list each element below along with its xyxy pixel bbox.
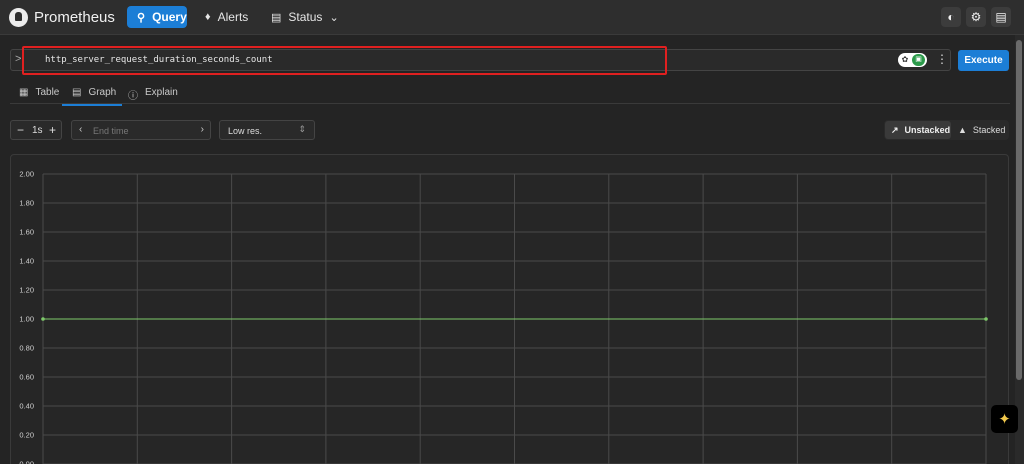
tab-graph[interactable]: ▤ Graph <box>61 87 123 106</box>
data-point <box>984 317 988 321</box>
gear-icon[interactable]: ⚙ <box>966 7 986 27</box>
line-chart[interactable]: 0.00 0.20 0.40 0.60 0.80 1.00 1.20 1.40 1.60 1.80… <box>11 155 1010 464</box>
stacked-button[interactable]: ▲ Stacked <box>952 121 1008 139</box>
resolution-value: Low res. <box>228 126 263 136</box>
resolution-select[interactable]: Low res. ⇕ <box>219 120 315 140</box>
nav-query-button[interactable]: ⚲ Query <box>127 6 187 28</box>
select-chevron-icon: ⇕ <box>298 124 306 134</box>
data-point <box>41 317 45 321</box>
graph-icon: ▤ <box>72 87 82 98</box>
tab-graph-label: Graph <box>88 87 117 98</box>
range-input: − 1s + <box>10 120 62 140</box>
increase-range-button[interactable]: + <box>49 123 56 137</box>
scrollbar-thumb[interactable] <box>1016 40 1022 380</box>
y-tick-label: 0.80 <box>19 344 34 353</box>
y-tick-label: 0.20 <box>19 431 34 440</box>
nav-status-label: Status <box>288 10 323 24</box>
execute-button[interactable]: Execute <box>958 50 1009 71</box>
y-tick-label: 1.20 <box>19 286 34 295</box>
chevron-down-icon: ⌄ <box>329 11 339 24</box>
unstacked-label: Unstacked <box>904 125 951 135</box>
theme-toggle-icon[interactable]: ◐ <box>941 7 961 27</box>
y-tick-label: 0.40 <box>19 402 34 411</box>
book-icon[interactable]: ▤ <box>991 7 1011 27</box>
decrease-range-button[interactable]: − <box>17 123 24 137</box>
line-chart-icon: ↗ <box>891 124 899 135</box>
y-tick-label: 0.60 <box>19 373 34 382</box>
stack-mode-toggle: ↗ Unstacked ▲ Stacked <box>884 120 1009 140</box>
chevron-right-icon[interactable]: › <box>201 124 204 135</box>
tab-explain-label: Explain <box>145 87 178 98</box>
y-tick-label: 1.60 <box>19 228 34 237</box>
nav-alerts-button[interactable]: ♦ Alerts <box>195 6 258 28</box>
search-icon: ⚲ <box>137 11 146 24</box>
end-time-picker: ‹ End time › <box>71 120 211 140</box>
extension-pill[interactable]: ✿ ▣ <box>898 53 927 67</box>
unstacked-button[interactable]: ↗ Unstacked <box>885 121 951 139</box>
y-tick-label: 1.00 <box>19 315 34 324</box>
view-tabs: ▦ Table ▤ Graph ⓘ Explain <box>10 84 1010 106</box>
nav-query-label: Query <box>152 10 187 24</box>
nav-status-button[interactable]: ▤ Status ⌄ <box>261 6 349 28</box>
app-title[interactable]: Prometheus <box>34 9 115 26</box>
more-options-icon[interactable]: ⋮ <box>936 52 948 66</box>
highlight-box <box>22 46 667 75</box>
y-tick-label: 1.40 <box>19 257 34 266</box>
nav-alerts-label: Alerts <box>217 10 249 24</box>
sparkle-icon[interactable]: ✦ <box>991 405 1018 433</box>
leaf-icon: ✿ <box>899 54 911 66</box>
prometheus-logo-icon[interactable] <box>9 8 28 27</box>
chevron-right-icon: > <box>15 53 22 65</box>
y-tick-label: 1.80 <box>19 199 34 208</box>
tab-explain[interactable]: ⓘ Explain <box>128 87 178 104</box>
info-icon: ⓘ <box>128 91 138 102</box>
server-icon: ▤ <box>271 11 282 24</box>
robot-icon: ▣ <box>912 54 925 66</box>
y-tick-label: 0.00 <box>19 460 34 464</box>
area-chart-icon: ▲ <box>958 125 967 135</box>
bell-icon: ♦ <box>205 11 211 23</box>
y-tick-label: 2.00 <box>19 170 34 179</box>
tab-table[interactable]: ▦ Table <box>19 87 59 104</box>
chevron-left-icon[interactable]: ‹ <box>79 124 82 135</box>
end-time-input[interactable]: End time <box>93 126 129 136</box>
range-value[interactable]: 1s <box>32 125 43 136</box>
graph-panel: 0.00 0.20 0.40 0.60 0.80 1.00 1.20 1.40 1.60 1.80… <box>10 154 1009 464</box>
tab-table-label: Table <box>35 87 60 98</box>
table-icon: ▦ <box>19 87 29 98</box>
top-navbar: Prometheus ⚲ Query ♦ Alerts ▤ Status ⌄ ◐… <box>0 0 1024 35</box>
stacked-label: Stacked <box>972 125 1006 135</box>
